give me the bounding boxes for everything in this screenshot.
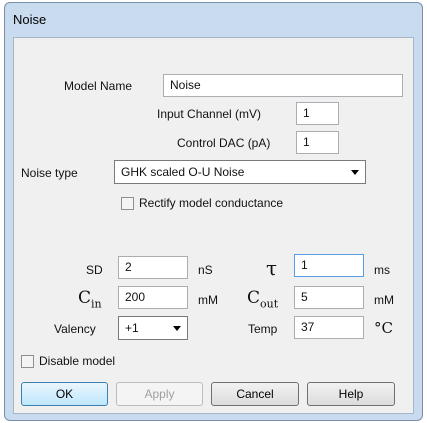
rectify-checkbox[interactable] bbox=[121, 197, 134, 210]
control-dac-input[interactable]: 1 bbox=[296, 131, 339, 154]
sd-unit: nS bbox=[198, 263, 213, 277]
model-name-label: Model Name bbox=[64, 79, 133, 93]
temp-input[interactable]: 37 bbox=[294, 316, 364, 339]
disable-model-label: Disable model bbox=[39, 354, 116, 368]
tau-symbol: τ bbox=[266, 256, 278, 280]
valency-label: Valency bbox=[54, 322, 96, 336]
temp-unit: °C bbox=[374, 319, 393, 337]
window-title: Noise bbox=[13, 12, 47, 27]
cin-symbol: Cin bbox=[78, 288, 102, 311]
temp-label: Temp bbox=[248, 322, 278, 336]
chevron-down-icon bbox=[173, 326, 181, 331]
valency-selected: +1 bbox=[125, 321, 139, 335]
cout-symbol: Cout bbox=[247, 288, 279, 311]
tau-unit: ms bbox=[374, 263, 390, 277]
title-bar[interactable]: Noise bbox=[5, 3, 422, 37]
control-dac-label: Control DAC (pA) bbox=[177, 136, 271, 150]
chevron-down-icon bbox=[351, 170, 359, 175]
model-name-input[interactable]: Noise bbox=[163, 74, 403, 97]
ok-button[interactable]: OK bbox=[21, 382, 108, 406]
cout-unit: mM bbox=[374, 293, 394, 307]
noise-type-select[interactable]: GHK scaled O-U Noise bbox=[114, 160, 366, 184]
dialog-body: Model Name Noise Input Channel (mV) 1 Co… bbox=[13, 37, 414, 414]
rectify-label: Rectify model conductance bbox=[139, 196, 284, 210]
dialog-window: Noise Model Name Noise Input Channel (mV… bbox=[4, 2, 423, 421]
disable-model-checkbox[interactable] bbox=[21, 355, 34, 368]
sd-label: SD bbox=[86, 263, 103, 277]
help-button[interactable]: Help bbox=[307, 382, 395, 406]
apply-button[interactable]: Apply bbox=[116, 382, 203, 406]
input-channel-label: Input Channel (mV) bbox=[157, 107, 262, 121]
input-channel-input[interactable]: 1 bbox=[296, 102, 339, 125]
cout-input[interactable]: 5 bbox=[294, 286, 364, 309]
noise-type-selected: GHK scaled O-U Noise bbox=[121, 165, 245, 179]
sd-input[interactable]: 2 bbox=[118, 256, 188, 279]
cancel-button[interactable]: Cancel bbox=[211, 382, 299, 406]
cin-input[interactable]: 200 bbox=[118, 286, 188, 309]
cin-unit: mM bbox=[198, 293, 218, 307]
tau-input[interactable]: 1 bbox=[294, 254, 364, 277]
valency-select[interactable]: +1 bbox=[118, 316, 188, 340]
noise-type-label: Noise type bbox=[21, 166, 78, 180]
